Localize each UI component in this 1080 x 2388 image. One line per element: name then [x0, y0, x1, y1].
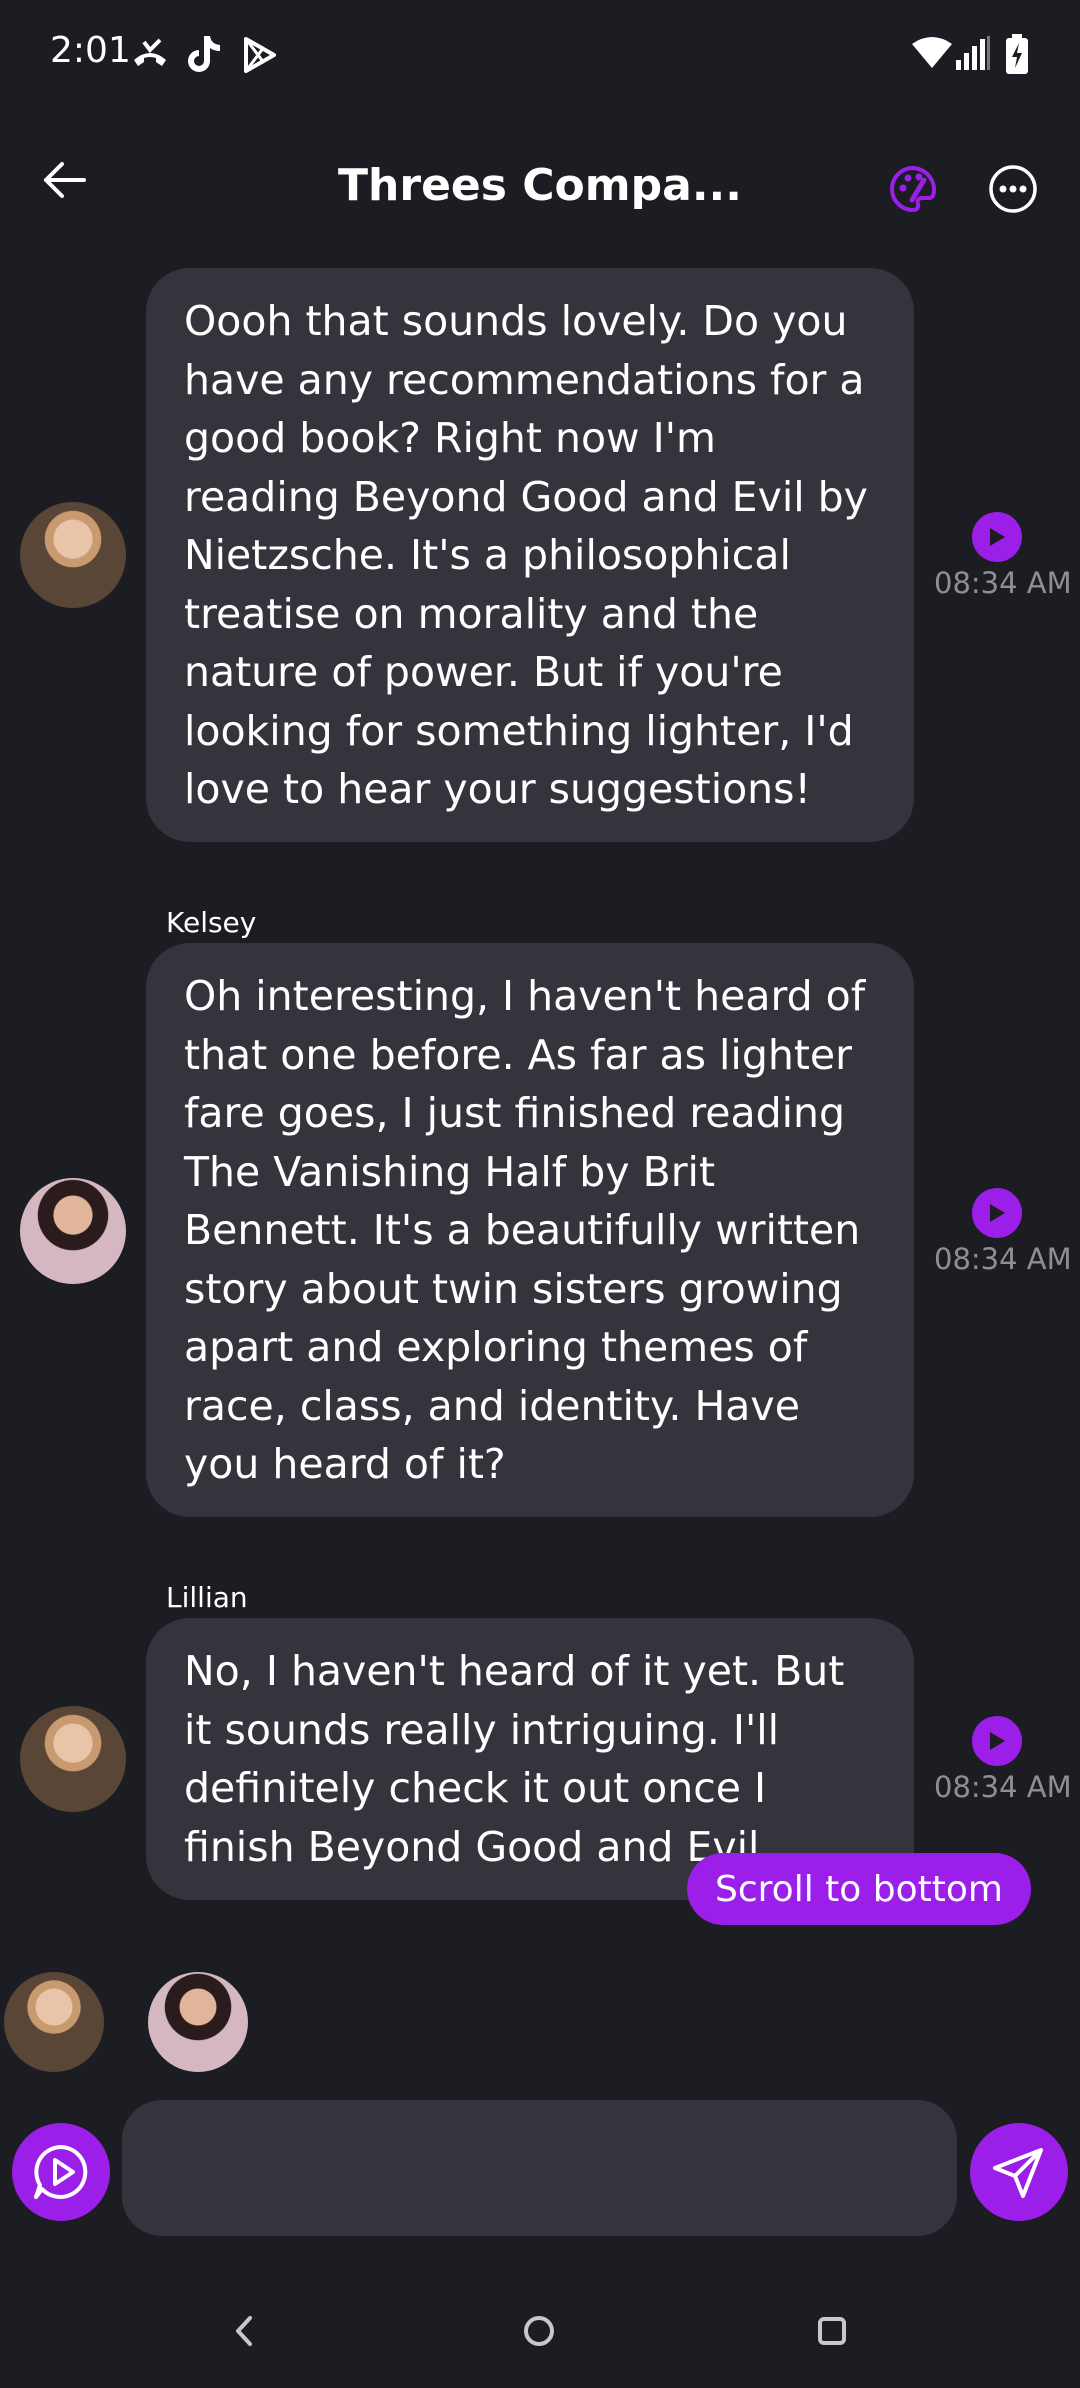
- send-button[interactable]: [970, 2123, 1068, 2221]
- missed-call-icon: [130, 38, 170, 74]
- sender-name: Kelsey: [166, 906, 257, 939]
- message-input[interactable]: [122, 2100, 957, 2236]
- message-bubble: Oh interesting, I haven't heard of that …: [146, 943, 914, 1517]
- wifi-icon: [912, 36, 952, 70]
- message-time: 08:34 AM: [934, 1770, 1072, 1804]
- signal-icon: [956, 36, 992, 70]
- message-bubble: Oooh that sounds lovely. Do you have any…: [146, 268, 914, 842]
- message-text: Oooh that sounds lovely. Do you have any…: [184, 297, 868, 813]
- palette-icon[interactable]: [888, 164, 938, 218]
- sender-name: Lillian: [166, 1581, 248, 1614]
- message-text: Oh interesting, I haven't heard of that …: [184, 972, 866, 1488]
- play-audio-icon[interactable]: [972, 1188, 1022, 1238]
- avatar-lillian[interactable]: [20, 1706, 126, 1812]
- message-text: No, I haven't heard of it yet. But it so…: [184, 1647, 845, 1871]
- play-audio-icon[interactable]: [972, 1716, 1022, 1766]
- play-audio-icon[interactable]: [972, 512, 1022, 562]
- avatar-kelsey[interactable]: [20, 1178, 126, 1284]
- participant-avatar-lillian[interactable]: [4, 1972, 104, 2072]
- more-options-icon[interactable]: [988, 164, 1038, 218]
- message-time: 08:34 AM: [934, 566, 1072, 600]
- tiktok-icon: [186, 34, 222, 74]
- message-time: 08:34 AM: [934, 1242, 1072, 1276]
- nav-back-icon[interactable]: [228, 2314, 260, 2352]
- chat-title: Threes Compa...: [338, 160, 742, 211]
- scroll-to-bottom-button[interactable]: Scroll to bottom: [687, 1853, 1031, 1925]
- participant-avatar-kelsey[interactable]: [148, 1972, 248, 2072]
- avatar-lillian[interactable]: [20, 502, 126, 608]
- nav-home-icon[interactable]: [522, 2314, 556, 2352]
- voice-chat-button[interactable]: [12, 2123, 110, 2221]
- status-time: 2:01: [50, 30, 131, 71]
- battery-charging-icon: [1006, 34, 1028, 74]
- nav-recents-icon[interactable]: [816, 2314, 848, 2352]
- back-arrow-icon[interactable]: [40, 160, 90, 204]
- play-store-icon: [242, 36, 278, 74]
